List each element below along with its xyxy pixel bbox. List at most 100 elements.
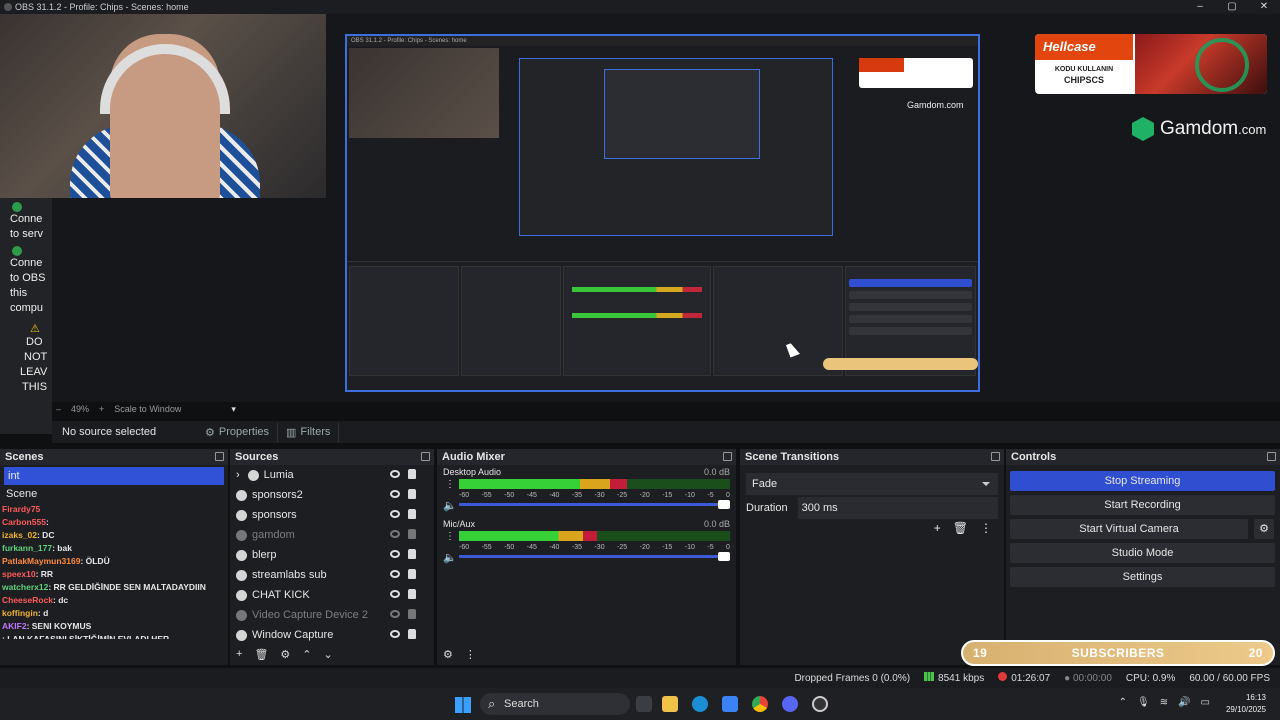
advanced-audio-button[interactable]: ⚙ bbox=[443, 648, 453, 661]
volume-slider-knob[interactable] bbox=[718, 552, 730, 561]
visibility-eye-icon[interactable] bbox=[390, 530, 400, 538]
visibility-eye-icon[interactable] bbox=[390, 470, 400, 478]
channel-menu-icon[interactable]: ⋮ bbox=[445, 479, 455, 490]
chat-message: Firardy75 bbox=[2, 503, 228, 516]
scale-tick: -35 bbox=[571, 544, 583, 551]
speaker-icon[interactable]: 🔊 bbox=[1178, 697, 1190, 708]
mixer-menu-button[interactable]: ⋮ bbox=[465, 648, 476, 661]
volume-slider-knob[interactable] bbox=[718, 500, 730, 509]
window-capture-source[interactable]: OBS 31.1.2 - Profile: Chips - Scenes: ho… bbox=[345, 34, 980, 392]
lock-icon[interactable] bbox=[408, 469, 416, 479]
file-explorer-icon[interactable] bbox=[662, 696, 678, 712]
task-view-icon[interactable] bbox=[636, 696, 652, 712]
scale-tick: -25 bbox=[617, 492, 628, 499]
volume-slider[interactable] bbox=[459, 500, 730, 509]
studio-mode-button[interactable]: Studio Mode bbox=[1010, 543, 1275, 563]
sources-header: Sources bbox=[230, 449, 434, 465]
edge-icon[interactable] bbox=[692, 696, 708, 712]
lock-icon[interactable] bbox=[408, 569, 416, 579]
kick-chat-overlay: Firardy75 Carbon555: izaks_02: DC furkann_1… bbox=[0, 503, 228, 639]
undock-icon[interactable] bbox=[215, 452, 224, 461]
scale-mode-dropdown[interactable]: ▾ bbox=[231, 404, 236, 415]
discord-icon[interactable] bbox=[782, 696, 798, 712]
windows-start-icon[interactable] bbox=[455, 697, 471, 713]
lock-icon[interactable] bbox=[408, 509, 416, 519]
source-item[interactable]: gamdom bbox=[230, 525, 434, 545]
add-source-button[interactable]: + bbox=[236, 648, 242, 660]
source-type-icon bbox=[236, 569, 247, 581]
undock-icon[interactable] bbox=[1267, 452, 1276, 461]
lock-icon[interactable] bbox=[408, 529, 416, 539]
virtual-camera-settings-gear-icon[interactable]: ⚙ bbox=[1254, 519, 1274, 539]
visibility-eye-icon[interactable] bbox=[390, 610, 400, 618]
scale-tick: -45 bbox=[526, 492, 537, 499]
chrome-icon[interactable] bbox=[752, 696, 768, 712]
undock-icon[interactable] bbox=[991, 452, 1000, 461]
scale-tick: 0 bbox=[726, 492, 730, 499]
visibility-eye-icon[interactable] bbox=[390, 630, 400, 638]
clock[interactable]: 16:13 29/10/2025 bbox=[1226, 692, 1266, 716]
obs-logo-icon bbox=[4, 3, 12, 11]
channel-menu-icon[interactable]: ⋮ bbox=[445, 531, 455, 542]
nested-title: OBS 31.1.2 - Profile: Chips - Scenes: ho… bbox=[347, 36, 978, 46]
scene-item-scene[interactable]: Scene bbox=[0, 485, 228, 503]
add-transition-button[interactable]: + bbox=[934, 521, 941, 535]
duration-input[interactable]: 300 ms bbox=[797, 497, 998, 519]
zoom-out-button[interactable]: – bbox=[56, 404, 61, 414]
source-item[interactable]: sponsors bbox=[230, 505, 434, 525]
zoom-value: 49% bbox=[71, 404, 90, 414]
visibility-eye-icon[interactable] bbox=[390, 510, 400, 518]
settings-button[interactable]: Settings bbox=[1010, 567, 1275, 587]
mixer-title: Audio Mixer bbox=[442, 451, 505, 463]
zoom-in-button[interactable]: + bbox=[99, 404, 104, 414]
lock-icon[interactable] bbox=[408, 629, 416, 639]
move-down-button[interactable]: ⌄ bbox=[324, 648, 333, 661]
source-item[interactable]: CHAT KICK bbox=[230, 585, 434, 605]
lock-icon[interactable] bbox=[408, 489, 416, 499]
scale-tick: -15 bbox=[662, 544, 673, 551]
source-item[interactable]: Window Capture bbox=[230, 625, 434, 645]
undock-icon[interactable] bbox=[421, 452, 430, 461]
transition-menu-button[interactable]: ⋮ bbox=[980, 521, 992, 535]
visibility-eye-icon[interactable] bbox=[390, 490, 400, 498]
obs-taskbar-icon[interactable] bbox=[812, 696, 828, 712]
start-recording-button[interactable]: Start Recording bbox=[1010, 495, 1275, 515]
chat-username: watcherx12 bbox=[2, 582, 49, 592]
lock-icon[interactable] bbox=[408, 589, 416, 599]
move-up-button[interactable]: ⌃ bbox=[302, 648, 311, 661]
volume-slider[interactable] bbox=[459, 552, 730, 561]
source-item[interactable]: blerp bbox=[230, 545, 434, 565]
source-properties-button[interactable]: ⚙ bbox=[280, 648, 290, 661]
lock-icon[interactable] bbox=[408, 609, 416, 619]
taskbar-search[interactable]: Search bbox=[480, 693, 630, 715]
source-item[interactable]: sponsors2 bbox=[230, 485, 434, 505]
speaker-icon[interactable]: 🔈 bbox=[443, 499, 457, 512]
speaker-icon[interactable]: 🔈 bbox=[443, 551, 457, 564]
source-item[interactable]: › Lumia bbox=[230, 465, 434, 485]
maximize-button[interactable]: ▢ bbox=[1216, 0, 1248, 14]
store-icon[interactable] bbox=[722, 696, 738, 712]
scene-item-int[interactable]: int bbox=[4, 467, 224, 485]
tray-overflow-icon[interactable]: ⌃ bbox=[1119, 697, 1127, 708]
visibility-eye-icon[interactable] bbox=[390, 570, 400, 578]
visibility-eye-icon[interactable] bbox=[390, 550, 400, 558]
battery-icon[interactable]: ▭ bbox=[1201, 697, 1210, 708]
undock-icon[interactable] bbox=[723, 452, 732, 461]
visibility-eye-icon[interactable] bbox=[390, 590, 400, 598]
minimize-button[interactable]: – bbox=[1184, 0, 1216, 14]
filters-button[interactable]: ▥ Filters bbox=[278, 422, 340, 442]
start-virtual-camera-button[interactable]: Start Virtual Camera bbox=[1010, 519, 1248, 539]
expand-chevron-icon[interactable]: › bbox=[236, 469, 240, 481]
source-item[interactable]: Video Capture Device 2 bbox=[230, 605, 434, 625]
stop-streaming-button[interactable]: Stop Streaming bbox=[1010, 471, 1275, 491]
remove-source-button[interactable]: 🗑 bbox=[254, 648, 268, 661]
microphone-icon[interactable]: 🎙 bbox=[1137, 697, 1150, 708]
properties-button[interactable]: ⚙ Properties bbox=[197, 422, 279, 442]
remove-transition-button[interactable]: 🗑 bbox=[953, 521, 968, 535]
lock-icon[interactable] bbox=[408, 549, 416, 559]
source-item[interactable]: streamlabs sub bbox=[230, 565, 434, 585]
close-button[interactable]: ✕ bbox=[1248, 0, 1280, 14]
transition-select[interactable]: Fade bbox=[746, 473, 998, 495]
wifi-icon[interactable]: ≋ bbox=[1160, 697, 1168, 708]
source-type-icon bbox=[236, 489, 247, 501]
